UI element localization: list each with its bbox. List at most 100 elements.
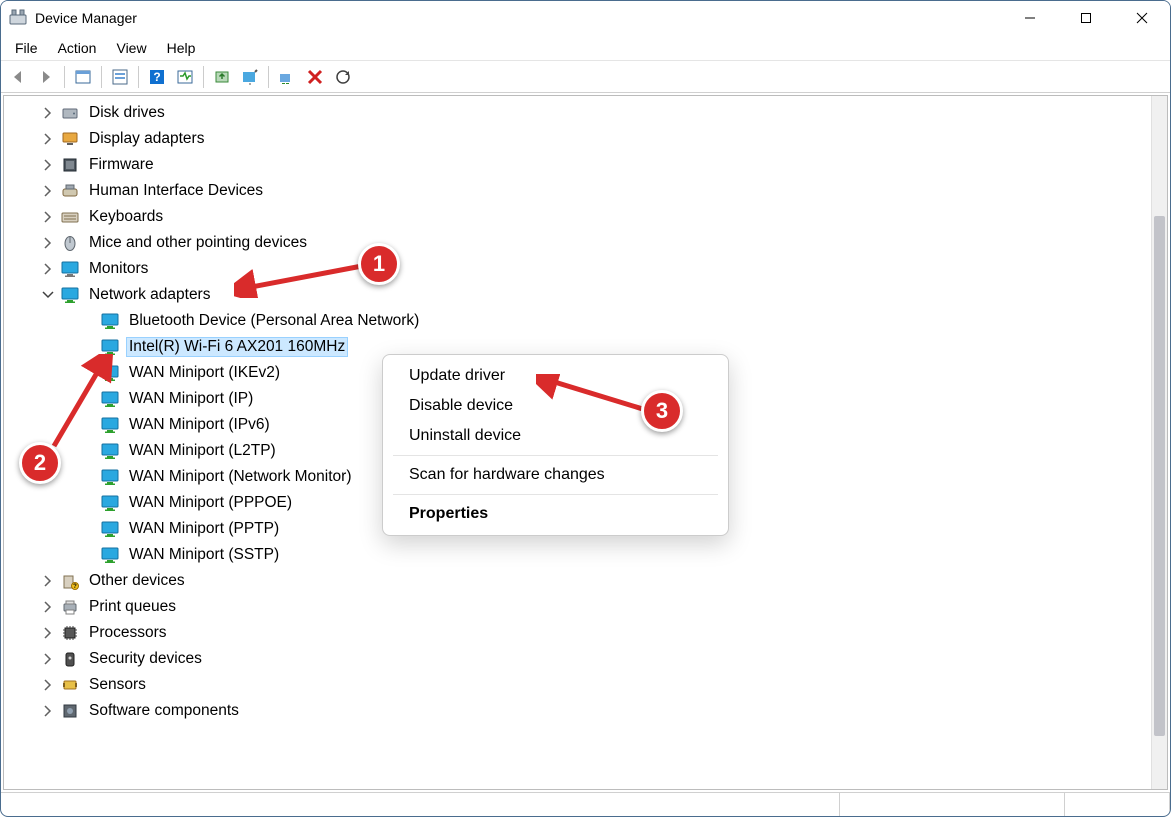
tree-category[interactable]: Human Interface Devices [4,178,1151,204]
menu-help[interactable]: Help [157,38,206,58]
device-manager-window: Device Manager File Action View Help [0,0,1171,817]
ctx-update-driver[interactable]: Update driver [383,361,728,391]
properties-button[interactable] [107,64,133,90]
menu-action[interactable]: Action [48,38,107,58]
scrollbar-thumb[interactable] [1154,216,1165,736]
chevron-right-icon[interactable] [40,105,56,121]
chevron-down-icon[interactable] [40,287,56,303]
tree-category[interactable]: Other devices [4,568,1151,594]
device-label: WAN Miniport (IP) [126,389,256,409]
chevron-right-icon[interactable] [40,235,56,251]
nav-back-button[interactable] [5,64,31,90]
category-label: Security devices [86,649,205,669]
device-icon [100,442,120,460]
category-label: Sensors [86,675,149,695]
category-icon [60,598,80,616]
category-label: Mice and other pointing devices [86,233,310,253]
tree-category[interactable]: Software components [4,698,1151,724]
chevron-right-icon[interactable] [40,261,56,277]
tree-category[interactable]: Network adapters [4,282,1151,308]
content-pane: Disk drives Display adapters FirmwareHuman… [3,95,1168,790]
chevron-right-icon[interactable] [40,573,56,589]
ctx-scan-hardware[interactable]: Scan for hardware changes [383,460,728,490]
device-label: WAN Miniport (Network Monitor) [126,467,355,487]
category-icon [60,624,80,642]
menu-view[interactable]: View [106,38,156,58]
menubar: File Action View Help [1,35,1170,61]
chevron-right-icon[interactable] [40,131,56,147]
ctx-properties[interactable]: Properties [383,499,728,529]
window-title: Device Manager [35,10,137,26]
app-icon [9,9,27,27]
category-icon [60,208,80,226]
tree-category[interactable]: Firmware [4,152,1151,178]
chevron-right-icon[interactable] [40,677,56,693]
chevron-right-icon[interactable] [40,183,56,199]
titlebar: Device Manager [1,1,1170,35]
category-label: Monitors [86,259,151,279]
toolbar-separator [138,66,139,88]
category-icon [60,182,80,200]
scan-hardware-button[interactable] [330,64,356,90]
device-label: Bluetooth Device (Personal Area Network) [126,311,422,331]
tree-category[interactable]: Print queues [4,594,1151,620]
nav-forward-button[interactable] [33,64,59,90]
close-button[interactable] [1114,1,1170,34]
tree-category[interactable]: Display adapters [4,126,1151,152]
tree-device[interactable]: Bluetooth Device (Personal Area Network) [4,308,1151,334]
tree-category[interactable]: Disk drives [4,100,1151,126]
device-icon [100,390,120,408]
menu-file[interactable]: File [5,38,48,58]
minimize-button[interactable] [1002,1,1058,34]
maximize-button[interactable] [1058,1,1114,34]
device-label: WAN Miniport (PPPOE) [126,493,295,513]
category-icon [60,286,80,304]
toolbar-separator [64,66,65,88]
device-icon [100,338,120,356]
chevron-right-icon[interactable] [40,625,56,641]
scan-button[interactable] [172,64,198,90]
device-label: WAN Miniport (SSTP) [126,545,282,565]
window-controls [1002,1,1170,34]
update-driver-button[interactable] [209,64,235,90]
chevron-right-icon[interactable] [40,703,56,719]
vertical-scrollbar[interactable] [1151,96,1167,789]
tree-device[interactable]: WAN Miniport (SSTP) [4,542,1151,568]
device-label: WAN Miniport (IPv6) [126,415,273,435]
category-label: Software components [86,701,242,721]
chevron-right-icon[interactable] [40,157,56,173]
category-icon [60,572,80,590]
annotation-badge-2: 2 [19,442,61,484]
device-label: WAN Miniport (L2TP) [126,441,279,461]
status-cell [1065,793,1170,816]
tree-category[interactable]: Sensors [4,672,1151,698]
category-icon [60,702,80,720]
category-label: Print queues [86,597,179,617]
statusbar [1,792,1170,816]
disable-device-button[interactable] [237,64,263,90]
category-label: Disk drives [86,103,168,123]
show-hide-tree-button[interactable] [70,64,96,90]
category-label: Display adapters [86,129,207,149]
enable-device-button[interactable] [274,64,300,90]
category-icon [60,260,80,278]
tree-category[interactable]: Security devices [4,646,1151,672]
annotation-badge-3: 3 [641,390,683,432]
device-label: Intel(R) Wi-Fi 6 AX201 160MHz [126,337,348,357]
tree-category[interactable]: Processors [4,620,1151,646]
device-icon [100,312,120,330]
tree-category[interactable]: Keyboards [4,204,1151,230]
device-label: WAN Miniport (PPTP) [126,519,282,539]
chevron-right-icon[interactable] [40,651,56,667]
context-menu: Update driver Disable device Uninstall d… [382,354,729,536]
uninstall-device-button[interactable] [302,64,328,90]
chevron-right-icon[interactable] [40,599,56,615]
ctx-separator [393,455,718,456]
tree-category[interactable]: Mice and other pointing devices [4,230,1151,256]
annotation-badge-1: 1 [358,243,400,285]
help-button[interactable] [144,64,170,90]
category-label: Network adapters [86,285,213,305]
category-label: Processors [86,623,170,643]
chevron-right-icon[interactable] [40,209,56,225]
tree-category[interactable]: Monitors [4,256,1151,282]
